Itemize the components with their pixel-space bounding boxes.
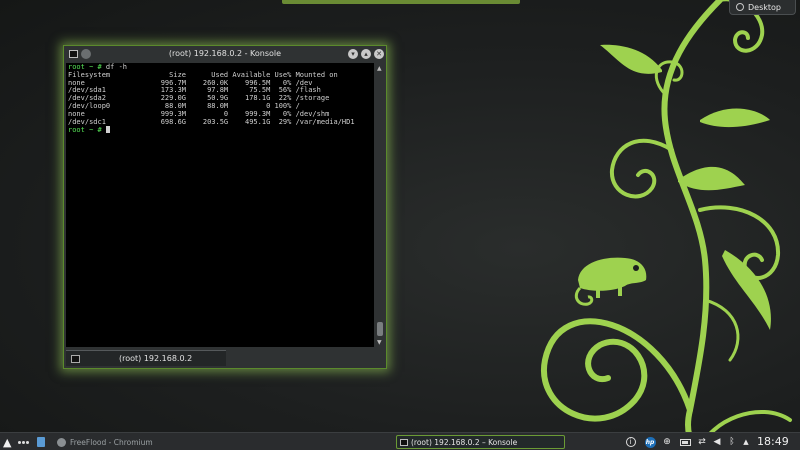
bluetooth-icon[interactable]: ᛒ <box>727 433 737 450</box>
terminal-cursor <box>105 126 110 134</box>
df-row: /dev/loop0 88.0M 88.0M 0 100% / <box>68 101 300 110</box>
task-konsole-label: (root) 192.168.0.2 – Konsole <box>411 437 518 447</box>
maximize-button[interactable]: ▴ <box>361 49 371 59</box>
document-icon[interactable] <box>37 433 47 450</box>
chameleon-icon <box>574 257 647 306</box>
window-titlebar[interactable]: (root) 192.168.0.2 - Konsole ▾ ▴ ✕ <box>64 46 386 63</box>
df-row: none 996.7M 260.0K 996.5M 0% /dev <box>68 78 313 87</box>
tab-session[interactable]: (root) 192.168.0.2 <box>66 350 226 366</box>
df-header: Filesystem Size Used Available Use% Moun… <box>68 70 338 79</box>
tab-bar: (root) 192.168.0.2 <box>66 349 386 367</box>
hp-label: hp <box>644 436 656 448</box>
battery-icon[interactable] <box>678 433 692 450</box>
tray-expand-icon[interactable]: ▲ <box>741 433 751 450</box>
scroll-thumb[interactable] <box>377 322 383 336</box>
task-konsole[interactable]: (root) 192.168.0.2 – Konsole <box>396 435 565 449</box>
pager-icon[interactable] <box>18 433 34 450</box>
terminal-scrollbar[interactable]: ▲ ▼ <box>376 63 385 347</box>
chromium-icon <box>57 437 66 447</box>
desktop-button-label: Desktop <box>748 2 781 12</box>
hp-icon[interactable]: hp <box>643 433 657 450</box>
top-panel-strip <box>282 0 520 4</box>
df-row: /dev/sda2 229.0G 50.9G 178.1G 22% /stora… <box>68 94 330 103</box>
scroll-up-icon[interactable]: ▲ <box>377 65 382 72</box>
terminal-prompt-final: root ~ # <box>68 126 102 135</box>
network-icon[interactable]: ⊕ <box>660 433 674 450</box>
desktop-icon <box>736 3 744 11</box>
terminal-prompt: root ~ # <box>68 63 102 71</box>
desktop-button[interactable]: Desktop <box>729 0 796 15</box>
df-row: /dev/sdc1 698.6G 203.5G 495.1G 29% /var/… <box>68 117 355 126</box>
konsole-task-icon <box>400 438 408 446</box>
clock[interactable]: 18:49 <box>757 435 789 448</box>
konsole-window[interactable]: (root) 192.168.0.2 - Konsole ▾ ▴ ✕ root … <box>63 45 387 369</box>
df-row: /dev/sda1 173.3M 97.8M 75.5M 56% /flash <box>68 86 321 95</box>
sync-icon[interactable]: ⇄ <box>696 433 708 450</box>
close-button[interactable]: ✕ <box>374 49 384 59</box>
window-title: (root) 192.168.0.2 - Konsole <box>168 49 282 58</box>
application-launcher-icon[interactable]: ▲ <box>3 433 15 450</box>
scroll-down-icon[interactable]: ▼ <box>377 339 382 346</box>
minimize-button[interactable]: ▾ <box>348 49 358 59</box>
tab-label: (root) 192.168.0.2 <box>119 354 193 363</box>
volume-icon[interactable]: ◀ <box>711 433 723 450</box>
df-row: none 999.3M 0 999.3M 0% /dev/shm <box>68 109 330 118</box>
terminal-tab-icon <box>71 355 80 363</box>
terminal-output[interactable]: root ~ # df -h Filesystem Size Used Avai… <box>66 63 374 347</box>
task-chromium[interactable]: FreeFlood - Chromium <box>57 433 207 450</box>
notifications-icon[interactable]: i <box>624 433 637 450</box>
task-chromium-label: FreeFlood - Chromium <box>70 437 153 447</box>
terminal-command: df -h <box>101 63 128 71</box>
taskbar: ▲ FreeFlood - Chromium (root) 192.168.0.… <box>0 432 800 450</box>
